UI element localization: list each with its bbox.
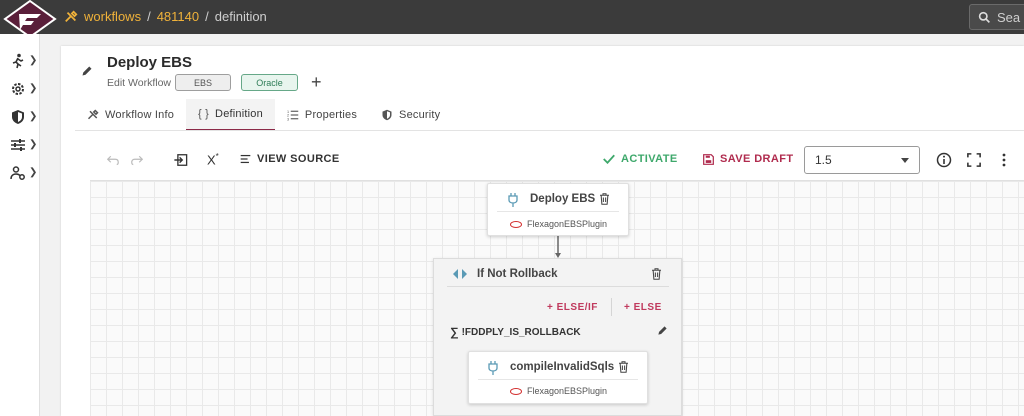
left-rail: ❯ ❯ ❯ ❯ ❯ — [0, 34, 40, 416]
rail-item-security[interactable]: ❯ — [10, 108, 38, 126]
superscript-asterisk-icon: * — [215, 152, 219, 161]
import-icon[interactable] — [173, 153, 188, 167]
breadcrumb-separator: / — [147, 9, 151, 24]
user-gear-icon — [10, 166, 25, 180]
breadcrumb-workflows[interactable]: workflows — [84, 9, 141, 24]
lines-icon — [240, 154, 251, 164]
deploy-ebs-plugin: FlexagonEBSPlugin — [510, 219, 607, 229]
undo-icon[interactable] — [107, 154, 119, 166]
rail-item-tuning[interactable]: ❯ — [10, 136, 38, 154]
breadcrumb-separator: / — [205, 9, 209, 24]
add-else-button[interactable]: + ELSE — [624, 302, 662, 313]
edit-pencil-icon[interactable] — [657, 325, 668, 336]
fullscreen-icon[interactable] — [967, 153, 981, 167]
sliders-icon — [11, 139, 25, 151]
save-icon — [703, 153, 714, 165]
info-icon[interactable] — [936, 152, 952, 168]
action-divider — [611, 298, 612, 316]
search-placeholder: Sea — [997, 9, 1021, 25]
top-bar: workflows / 481140 / definition Sea — [0, 0, 1024, 36]
plugin-label: FlexagonEBSPlugin — [527, 219, 608, 229]
activate-button[interactable]: ACTIVATE — [603, 153, 678, 165]
tools-icon — [65, 10, 78, 22]
compile-invalid-sqls-node[interactable] — [468, 351, 648, 404]
page-title: Deploy EBS — [107, 54, 193, 71]
braces-icon: { } — [198, 108, 210, 120]
tab-definition[interactable]: { } Definition — [186, 99, 275, 131]
rail-item-run[interactable]: ❯ — [10, 52, 38, 70]
tab-properties[interactable]: 1 2 3 Properties — [275, 99, 369, 131]
plugin-label: FlexagonEBSPlugin — [527, 386, 608, 396]
condition-expression: !FDDPLY_IS_ROLLBACK — [461, 326, 581, 338]
tag-ebs[interactable]: EBS — [175, 74, 231, 91]
tab-label: Workflow Info — [105, 109, 175, 121]
sigma-icon: ∑ — [450, 325, 459, 339]
compile-invalid-sqls-plugin: FlexagonEBSPlugin — [510, 386, 607, 396]
rail-item-admin[interactable]: ❯ — [10, 164, 38, 182]
plug-icon — [488, 361, 498, 375]
breadcrumb-workflow-id[interactable]: 481140 — [157, 9, 199, 24]
runner-icon — [12, 53, 24, 69]
superscript-button[interactable]: X* — [207, 152, 219, 167]
breadcrumb-current: definition — [214, 9, 267, 24]
add-else-if-button[interactable]: + ELSE/IF — [547, 302, 598, 313]
tab-workflow-info[interactable]: Workflow Info — [75, 99, 186, 131]
chevron-right-icon: ❯ — [29, 83, 38, 94]
view-source-button[interactable]: VIEW SOURCE — [240, 153, 340, 165]
chevron-right-icon: ❯ — [29, 111, 38, 122]
trash-icon[interactable] — [651, 268, 662, 280]
oracle-icon — [510, 220, 522, 228]
rail-item-settings[interactable]: ❯ — [10, 80, 38, 98]
group-divider — [447, 286, 669, 287]
condition-row: ∑ !FDDPLY_IS_ROLLBACK — [450, 325, 581, 339]
tag-oracle[interactable]: Oracle — [241, 74, 298, 91]
list-icon: 1 2 3 — [287, 110, 299, 121]
tab-label: Properties — [304, 109, 358, 121]
shield-icon — [12, 110, 24, 124]
tab-security[interactable]: Security — [369, 99, 452, 131]
tools-icon — [87, 109, 99, 120]
search-icon — [978, 11, 990, 23]
search-input[interactable]: Sea — [969, 4, 1024, 30]
more-vert-icon[interactable] — [1001, 152, 1007, 168]
edit-pencil-icon[interactable] — [81, 65, 93, 77]
tab-label: Security — [399, 109, 441, 121]
deploy-ebs-title: Deploy EBS — [530, 193, 596, 205]
branch-icon — [453, 269, 467, 279]
tab-bar: Workflow Info { } Definition 1 2 3 Prope… — [75, 99, 452, 131]
tab-label: Definition — [215, 108, 263, 120]
chevron-right-icon: ❯ — [29, 139, 38, 150]
save-draft-label: SAVE DRAFT — [720, 153, 794, 165]
chevron-right-icon: ❯ — [29, 55, 38, 66]
if-node-title: If Not Rollback — [477, 268, 558, 280]
caret-down-icon — [901, 158, 909, 163]
connector-arrow — [555, 236, 561, 258]
node-divider — [497, 211, 619, 212]
gear-icon — [12, 83, 24, 95]
version-select[interactable]: 1.5 — [804, 146, 920, 174]
page-subtitle: Edit Workflow — [107, 77, 171, 89]
breadcrumb: workflows / 481140 / definition — [64, 9, 267, 24]
version-value: 1.5 — [815, 153, 832, 167]
oracle-icon — [510, 387, 522, 395]
shield-icon — [382, 109, 392, 121]
view-source-label: VIEW SOURCE — [257, 153, 340, 165]
tab-divider — [75, 130, 1024, 131]
app-logo[interactable] — [3, 0, 57, 36]
add-tag-button[interactable]: + — [311, 72, 322, 93]
svg-text:3: 3 — [287, 117, 289, 121]
superscript-label: X — [207, 152, 216, 168]
node-divider — [478, 379, 638, 380]
check-icon — [603, 154, 615, 164]
trash-icon[interactable] — [599, 193, 610, 205]
trash-icon[interactable] — [618, 361, 629, 373]
save-draft-button[interactable]: SAVE DRAFT — [703, 153, 793, 165]
plug-icon — [508, 193, 518, 207]
redo-icon[interactable] — [131, 154, 143, 166]
activate-label: ACTIVATE — [621, 153, 678, 165]
chevron-right-icon: ❯ — [29, 167, 38, 178]
compile-invalid-sqls-title: compileInvalidSqls — [510, 361, 615, 373]
